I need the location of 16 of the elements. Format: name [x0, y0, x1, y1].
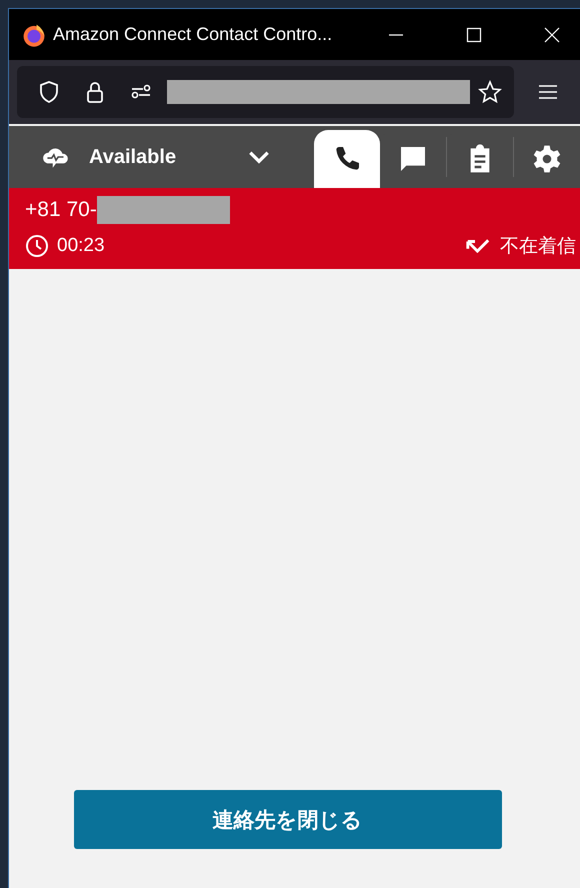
window-title: Amazon Connect Contact Contro...: [53, 24, 332, 45]
phone-tab[interactable]: [314, 130, 380, 188]
settings-icon: [531, 143, 563, 175]
missed-call-icon: [466, 239, 490, 253]
clock-icon: [25, 234, 49, 258]
close-contact-button[interactable]: 連絡先を閉じる: [74, 790, 502, 849]
close-icon[interactable]: [544, 26, 560, 42]
shield-icon[interactable]: [37, 80, 61, 104]
star-icon[interactable]: [478, 80, 502, 104]
call-timer: 00:23: [57, 235, 105, 257]
maximize-icon[interactable]: [466, 26, 482, 42]
call-status: 不在着信: [500, 234, 576, 259]
address-bar[interactable]: [17, 66, 514, 118]
browser-logo-icon: [21, 22, 47, 48]
phone-number: +81 70-: [25, 198, 97, 222]
status-label: Available: [89, 146, 176, 168]
